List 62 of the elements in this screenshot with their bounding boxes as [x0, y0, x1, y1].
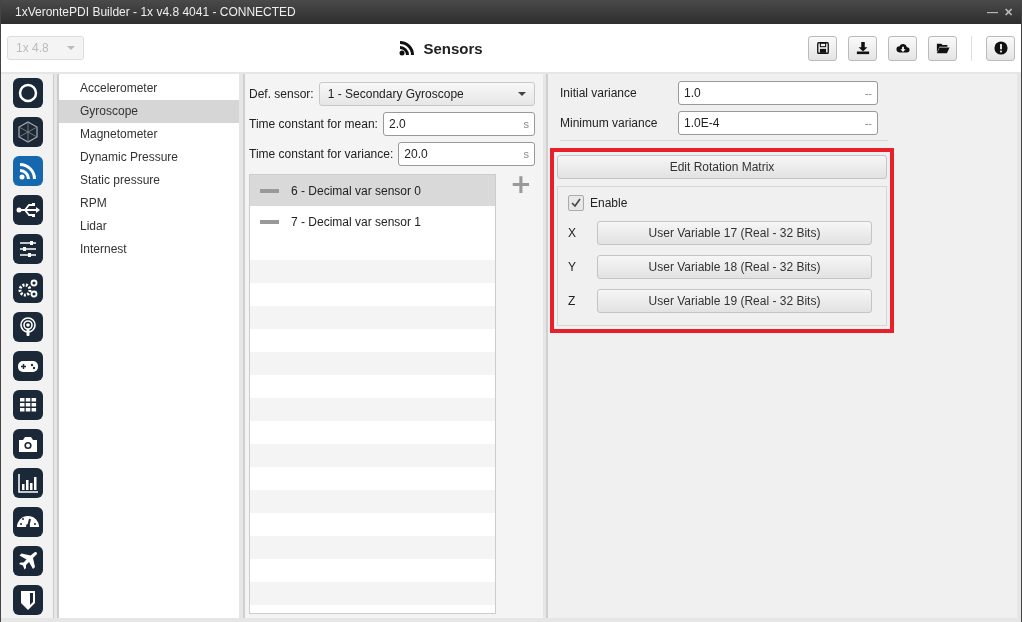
gears-icon[interactable] [13, 273, 43, 303]
sidebar-item[interactable]: Dynamic Pressure [59, 146, 239, 169]
variable-button[interactable]: User Variable 18 (Real - 32 Bits) [597, 255, 872, 279]
axis-label: X [568, 226, 577, 240]
minimize-button[interactable]: — [985, 5, 1000, 19]
gamepad-icon[interactable] [13, 351, 43, 381]
airplane-icon[interactable] [13, 546, 43, 576]
page-title: Sensors [423, 39, 483, 57]
camera-icon[interactable] [13, 429, 43, 459]
variable-button[interactable]: User Variable 19 (Real - 32 Bits) [597, 289, 872, 313]
sidebar-item[interactable]: Gyroscope [59, 100, 239, 123]
gauge-icon[interactable] [13, 507, 43, 537]
input-field[interactable]: 20.0 s [398, 142, 535, 166]
sidebar-item[interactable]: Magnetometer [59, 123, 239, 146]
rss-icon[interactable] [13, 156, 43, 186]
sensor-row[interactable]: 6 - Decimal var sensor 0 [250, 175, 495, 206]
podcast-icon[interactable] [13, 312, 43, 342]
dash-icon [260, 219, 279, 224]
input-field[interactable]: 1.0 -- [678, 80, 878, 105]
input-field[interactable]: 1.0E-4 -- [678, 110, 878, 135]
field-label: Time constant for mean: [249, 117, 378, 131]
axis-label: Z [568, 294, 577, 308]
folder-icon [935, 41, 950, 55]
alert-button[interactable] [986, 35, 1015, 61]
axis-label: Y [568, 260, 577, 274]
window-title: 1xVerontePDI Builder - 1x v4.8 4041 - CONNECTED [15, 5, 296, 19]
download-button[interactable] [848, 35, 877, 61]
alert-icon [993, 41, 1008, 55]
sidebar-item[interactable]: Static pressure [59, 169, 239, 192]
grid-icon[interactable] [13, 390, 43, 420]
field-label: Initial variance [560, 85, 638, 100]
field-label: Def. sensor: [249, 87, 314, 101]
sidebar-item[interactable]: Accelerometer [59, 77, 239, 100]
cloud-button[interactable] [888, 35, 917, 61]
download-icon [855, 41, 870, 55]
cloud-icon [895, 41, 910, 55]
sidebar-item[interactable]: Lidar [59, 215, 239, 238]
shield-icon[interactable] [13, 585, 43, 615]
close-button[interactable]: ✕ [1002, 5, 1015, 19]
field-label: Time constant for variance: [249, 147, 394, 161]
unit-label: s [523, 118, 529, 130]
unit-label: -- [864, 116, 872, 129]
save-button[interactable] [808, 35, 837, 61]
field-label: Minimum variance [560, 115, 659, 130]
checkbox[interactable] [568, 195, 584, 211]
usb-icon[interactable] [13, 195, 43, 225]
sliders-icon[interactable] [13, 234, 43, 264]
bar-chart-icon[interactable] [13, 468, 43, 498]
sidebar-item[interactable]: Internest [59, 238, 239, 261]
ring-icon[interactable] [13, 78, 43, 108]
save-icon [815, 41, 830, 55]
checkbox-label: Enable [590, 196, 628, 210]
dash-icon [260, 188, 279, 193]
input-field[interactable]: 2.0 s [382, 112, 535, 136]
rss-icon [399, 40, 416, 56]
edit-rotation-button[interactable]: Edit Rotation Matrix [557, 155, 887, 179]
unit-label: -- [864, 86, 872, 99]
variable-button[interactable]: User Variable 17 (Real - 32 Bits) [597, 221, 872, 245]
unit-label: s [523, 148, 529, 160]
sidebar-item[interactable]: RPM [59, 192, 239, 215]
sensor-dropdown[interactable]: 1 - Secondary Gyroscope [318, 82, 535, 106]
folder-button[interactable] [928, 35, 957, 61]
